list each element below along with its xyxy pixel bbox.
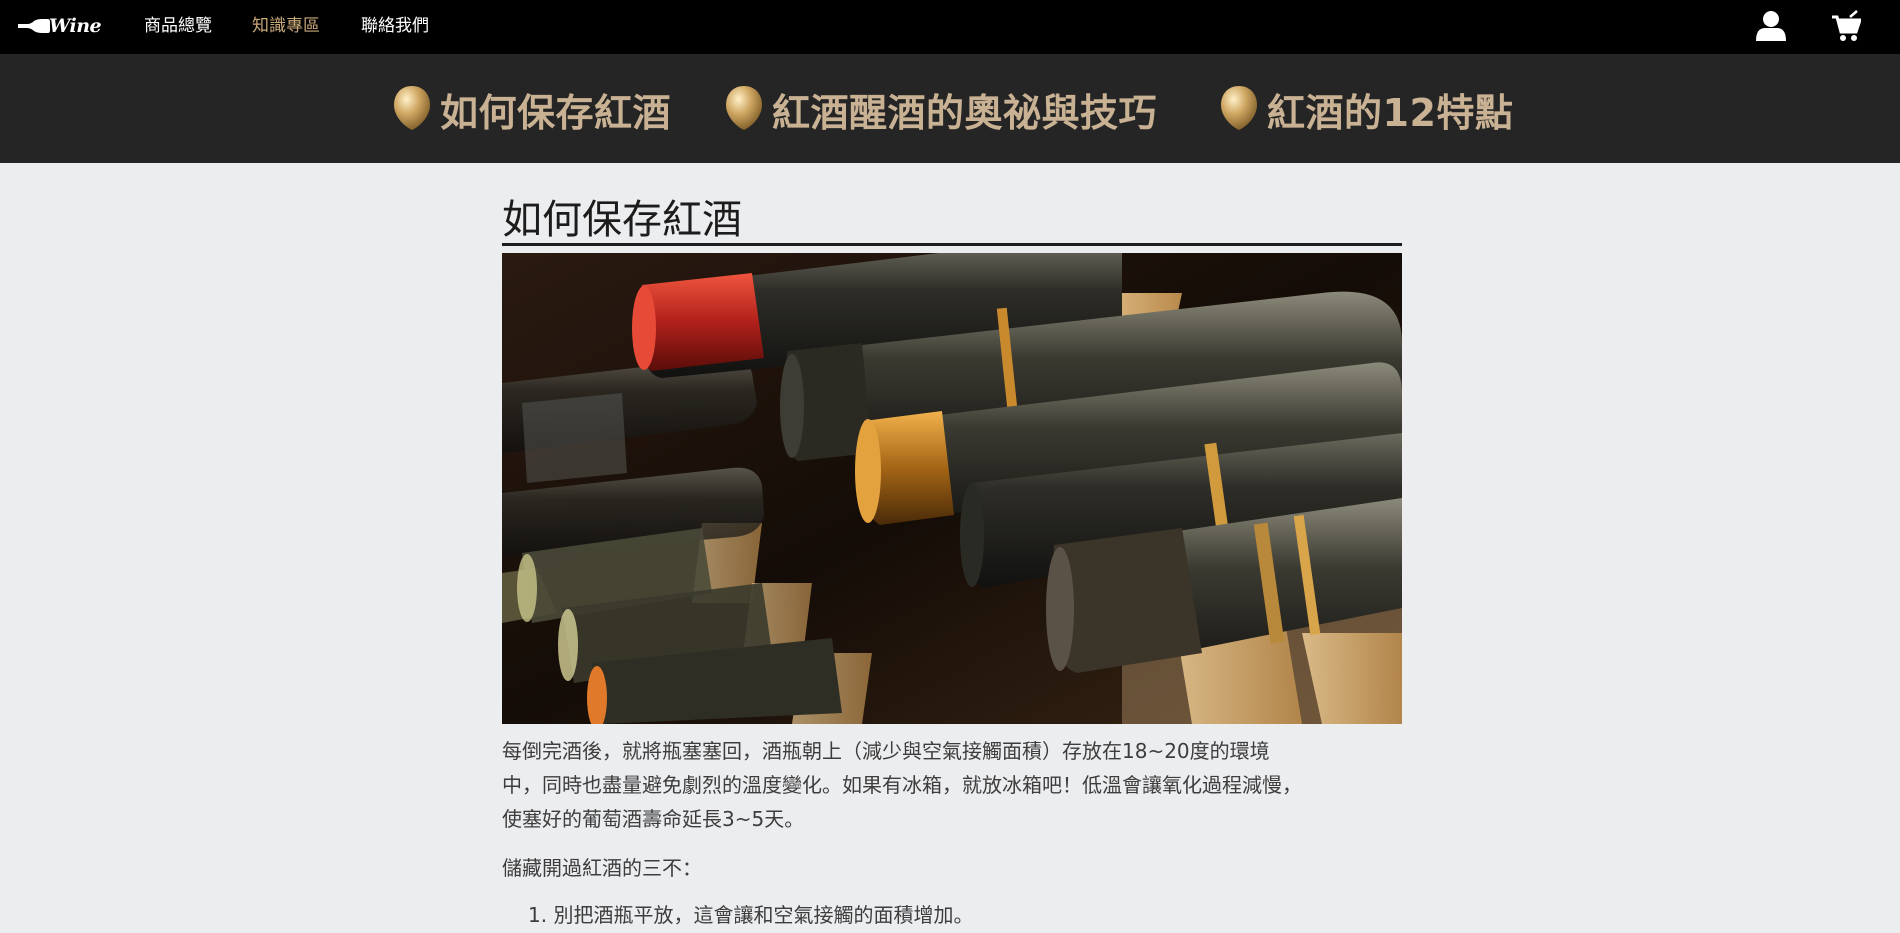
topic-label: 紅酒醒酒的奧祕與技巧 — [772, 90, 1158, 135]
balloon-icon — [394, 86, 430, 130]
cart-icon[interactable] — [1831, 9, 1863, 47]
topic-label: 如何保存紅酒 — [440, 90, 672, 135]
brand-logo[interactable]: Wine — [17, 12, 109, 40]
topic-decanting[interactable]: 紅酒醒酒的奧祕與技巧 — [724, 81, 1157, 137]
list-item: 1. 別把酒瓶平放，這會讓和空氣接觸的面積增加。 — [528, 903, 974, 927]
paragraph-line: 使塞好的葡萄酒壽命延長3~5天。 — [502, 807, 805, 831]
knowledge-topic-nav: 如何保存紅酒 紅酒醒酒的奧祕與技巧 紅酒的12特點 — [0, 54, 1900, 163]
article-title: 如何保存紅酒 — [502, 197, 742, 243]
storage-rules-heading: 儲藏開過紅酒的三不： — [502, 856, 702, 880]
top-navbar: Wine 商品總覽 知識專區 聯絡我們 — [0, 0, 1900, 54]
nav-link-contact[interactable]: 聯絡我們 — [361, 15, 429, 37]
wine-bottles-rack-photo — [502, 253, 1402, 724]
title-divider — [502, 243, 1402, 246]
paragraph-line: 每倒完酒後，就將瓶塞塞回，酒瓶朝上（減少與空氣接觸面積）存放在18~20度的環境 — [502, 739, 1270, 763]
balloon-icon — [726, 86, 762, 130]
brand-name: Wine — [49, 15, 102, 37]
balloon-icon — [1221, 86, 1257, 130]
topic-label: 紅酒的12特點 — [1267, 90, 1514, 135]
nav-link-products[interactable]: 商品總覽 — [144, 15, 212, 37]
nav-link-knowledge[interactable]: 知識專區 — [252, 15, 320, 37]
storage-paragraph: 每倒完酒後，就將瓶塞塞回，酒瓶朝上（減少與空氣接觸面積）存放在18~20度的環境… — [502, 734, 1402, 836]
topic-12-features[interactable]: 紅酒的12特點 — [1219, 81, 1513, 137]
topic-wine-storage[interactable]: 如何保存紅酒 — [392, 81, 671, 137]
paragraph-line: 中，同時也盡量避免劇烈的溫度變化。如果有冰箱，就放冰箱吧！低溫會讓氧化過程減慢， — [502, 773, 1302, 797]
user-icon[interactable] — [1754, 9, 1788, 47]
wine-bottle-logo-icon — [18, 19, 50, 33]
